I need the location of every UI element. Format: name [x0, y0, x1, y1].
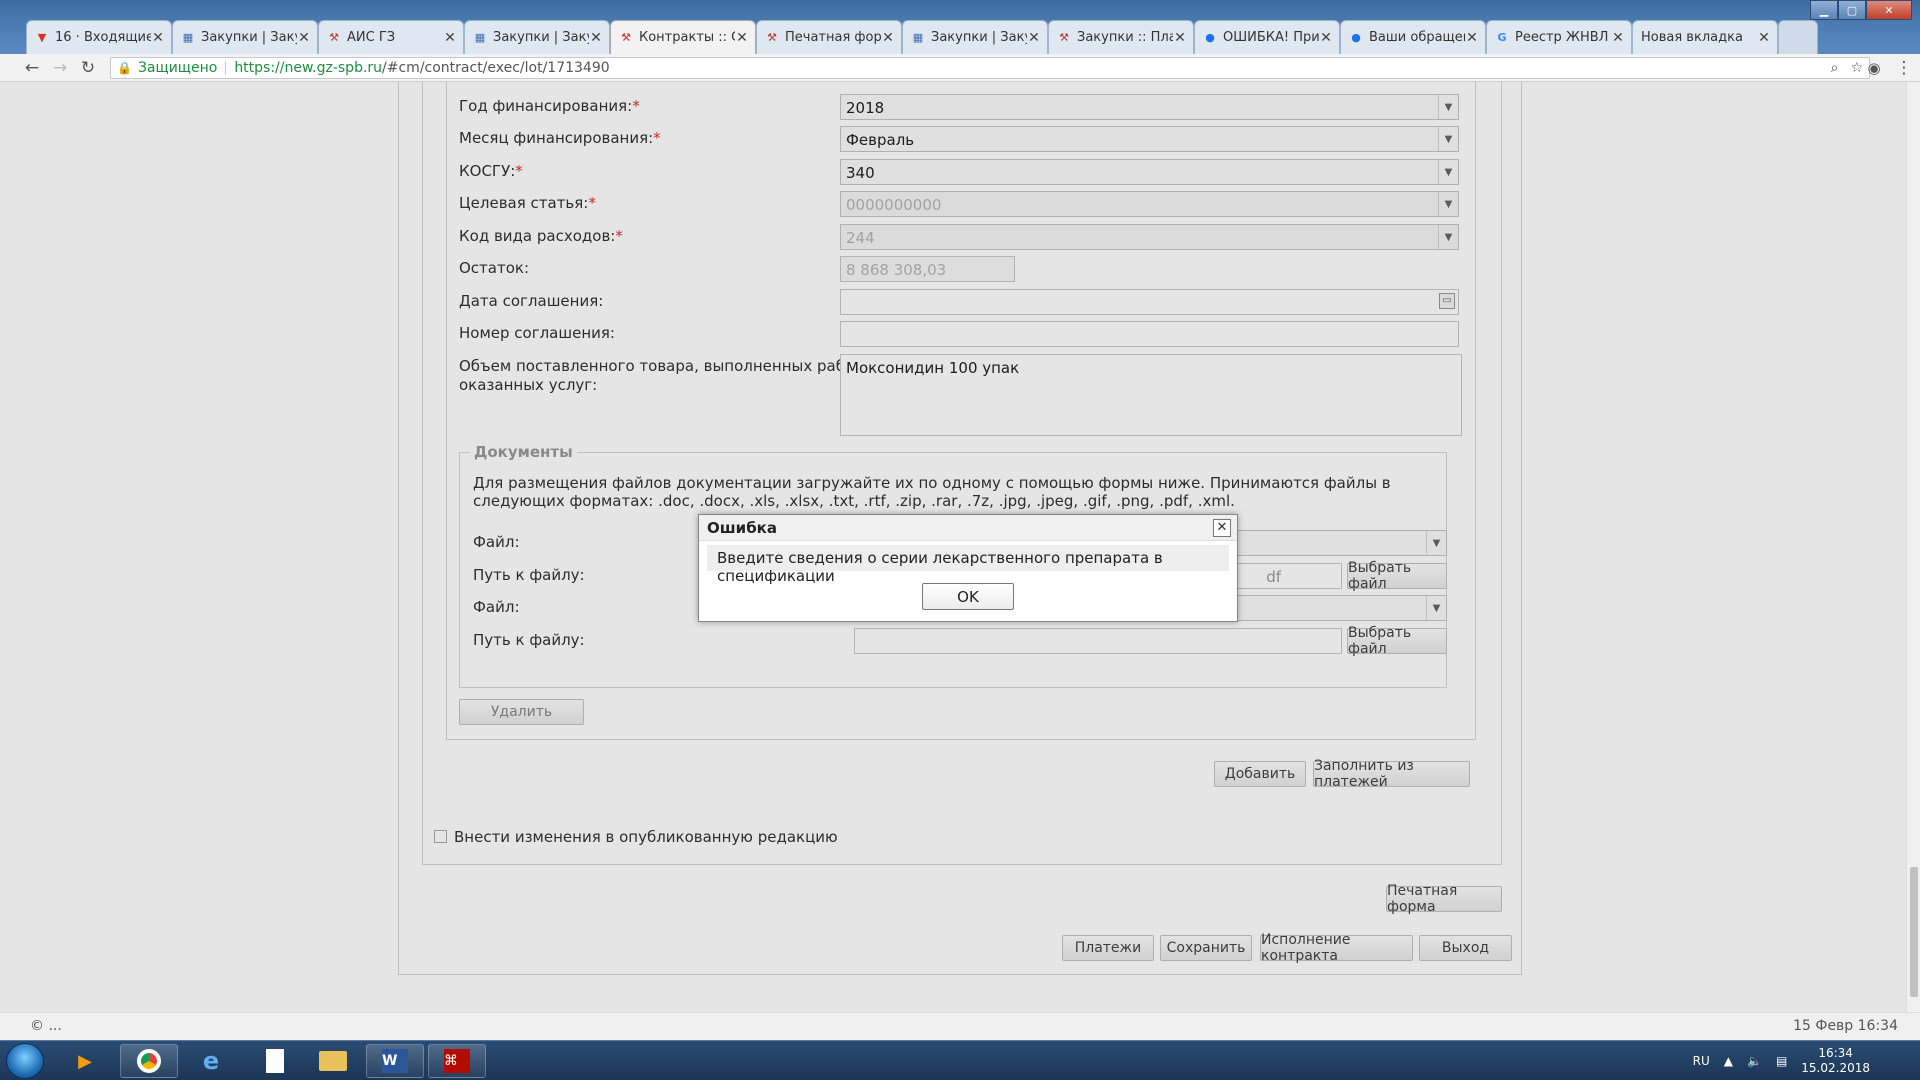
- tab-close-icon[interactable]: ✕: [735, 30, 749, 46]
- window-controls: ▁ ▢ ✕: [1810, 0, 1912, 20]
- tab-1[interactable]: ▦Закупки | Закуп✕: [172, 20, 318, 54]
- tab-close-icon[interactable]: ✕: [297, 30, 311, 46]
- zakupki-icon: ▦: [474, 31, 486, 44]
- clock-date: 15.02.2018: [1801, 1061, 1870, 1075]
- page-scrollbar[interactable]: [1906, 82, 1920, 1012]
- tab-8[interactable]: ● ОШИБКА! При ✕: [1194, 20, 1340, 54]
- page-footer: © ... 15 Февр 16:34: [0, 1012, 1920, 1040]
- tab-3[interactable]: ▦Закупки | Закуп✕: [464, 20, 610, 54]
- system-tray: RU ▲ 🔈 ▤ 16:34 15.02.2018: [1693, 1041, 1920, 1080]
- dialog-title: Ошибка: [699, 515, 1237, 541]
- minimize-icon[interactable]: ▁: [1810, 0, 1838, 20]
- page-viewport: Год финансирования:* 2018 ▼ Месяц финанси…: [0, 82, 1920, 1012]
- scrollbar-thumb[interactable]: [1910, 867, 1918, 997]
- url-input[interactable]: 🔒 Защищено https://new.gz-spb.ru /#cm/co…: [110, 57, 1870, 79]
- tab-close-icon[interactable]: ✕: [589, 30, 603, 46]
- extension-icon[interactable]: ◉: [1864, 58, 1884, 78]
- start-button[interactable]: [6, 1043, 44, 1079]
- clock-time: 16:34: [1818, 1046, 1853, 1060]
- taskbar-clock[interactable]: 16:34 15.02.2018: [1801, 1046, 1870, 1076]
- ais-icon: ⚒: [621, 31, 631, 44]
- footer-datetime: 15 Февр 16:34: [1793, 1018, 1898, 1034]
- windows-taskbar: ▶ e W ⌘ RU ▲ 🔈 ▤ 16:34 15.02.2018: [0, 1040, 1920, 1080]
- word-icon[interactable]: W: [366, 1044, 424, 1078]
- tab-4[interactable]: ⚒Контракты :: Св✕: [610, 20, 756, 54]
- tab-close-icon[interactable]: ✕: [1027, 30, 1041, 46]
- omnibox-separator: [225, 61, 227, 75]
- back-arrow-icon[interactable]: ←: [22, 58, 42, 78]
- close-window-icon[interactable]: ✕: [1866, 0, 1912, 20]
- globe-icon: ●: [1351, 31, 1361, 44]
- tab-6[interactable]: ▦Закупки | Закуп✕: [902, 20, 1048, 54]
- zoom-icon[interactable]: ⌕: [1831, 60, 1839, 76]
- forward-arrow-icon[interactable]: →: [50, 58, 70, 78]
- zakupki-icon: ▦: [182, 31, 194, 44]
- url-path: /#cm/contract/exec/lot/1713490: [382, 60, 610, 76]
- ais-icon: ⚒: [1059, 31, 1069, 44]
- tab-close-icon[interactable]: ✕: [881, 30, 895, 46]
- tab-0[interactable]: ▼16 · Входящие ·✕: [26, 20, 172, 54]
- maximize-icon[interactable]: ▢: [1838, 0, 1866, 20]
- bookmark-star-icon[interactable]: ☆: [1850, 60, 1863, 76]
- url-host: https://new.gz-spb.ru: [234, 60, 383, 76]
- tab-strip: ▼16 · Входящие ·✕ ▦Закупки | Закуп✕ ⚒АИС…: [26, 20, 1818, 54]
- ais-icon: ⚒: [329, 31, 339, 44]
- tab-close-icon[interactable]: ✕: [1757, 30, 1771, 46]
- acrobat-icon[interactable]: ⌘: [428, 1044, 486, 1078]
- close-icon[interactable]: ✕: [1213, 519, 1231, 537]
- new-tab-button[interactable]: [1778, 20, 1818, 54]
- tab-10[interactable]: G Реестр ЖНВЛ · ✕: [1486, 20, 1632, 54]
- globe-icon: ●: [1205, 31, 1215, 44]
- tab-5[interactable]: ⚒ Печатная форм ✕: [756, 20, 902, 54]
- footer-copyright: © ...: [30, 1018, 62, 1034]
- dialog-message: Введите сведения о серии лекарственного …: [707, 545, 1229, 585]
- browser-titlebar: ▼16 · Входящие ·✕ ▦Закупки | Закуп✕ ⚒АИС…: [0, 0, 1920, 56]
- tab-close-icon[interactable]: ✕: [1173, 30, 1187, 46]
- tab-close-icon[interactable]: ✕: [1465, 30, 1479, 46]
- explorer-folder-icon[interactable]: [304, 1044, 362, 1078]
- file-icon[interactable]: [246, 1044, 304, 1078]
- network-icon[interactable]: ▤: [1776, 1054, 1787, 1068]
- address-bar: ← → ↻ 🔒 Защищено https://new.gz-spb.ru /…: [0, 54, 1920, 82]
- tab-close-icon[interactable]: ✕: [1319, 30, 1333, 46]
- tray-expand-icon[interactable]: ▲: [1724, 1054, 1733, 1068]
- media-player-icon[interactable]: ▶: [56, 1044, 114, 1078]
- language-indicator[interactable]: RU: [1693, 1054, 1710, 1068]
- internet-explorer-icon[interactable]: e: [182, 1044, 240, 1078]
- tab-7[interactable]: ⚒Закупки :: План✕: [1048, 20, 1194, 54]
- tab-close-icon[interactable]: ✕: [1611, 30, 1625, 46]
- tab-2[interactable]: ⚒ АИС ГЗ ✕: [318, 20, 464, 54]
- lock-icon: 🔒: [117, 61, 132, 75]
- gmail-icon: ▼: [37, 31, 47, 44]
- contract-page: Год финансирования:* 2018 ▼ Месяц финанси…: [0, 82, 1920, 1012]
- menu-dots-icon[interactable]: ⋮: [1894, 58, 1914, 78]
- tab-11[interactable]: Новая вкладка ✕: [1632, 20, 1778, 54]
- volume-icon[interactable]: 🔈: [1747, 1054, 1762, 1068]
- secure-label: Защищено: [137, 60, 218, 76]
- ok-button[interactable]: OK: [922, 583, 1014, 610]
- chrome-icon[interactable]: [120, 1044, 178, 1078]
- error-dialog: Ошибка ✕ Введите сведения о серии лекарс…: [698, 514, 1238, 622]
- tab-close-icon[interactable]: ✕: [443, 30, 457, 46]
- tab-close-icon[interactable]: ✕: [151, 30, 165, 46]
- ais-icon: ⚒: [767, 31, 777, 44]
- zakupki-icon: ▦: [912, 31, 924, 44]
- tab-9[interactable]: ● Ваши обращен ✕: [1340, 20, 1486, 54]
- reload-icon[interactable]: ↻: [78, 58, 98, 78]
- google-icon: G: [1497, 31, 1507, 44]
